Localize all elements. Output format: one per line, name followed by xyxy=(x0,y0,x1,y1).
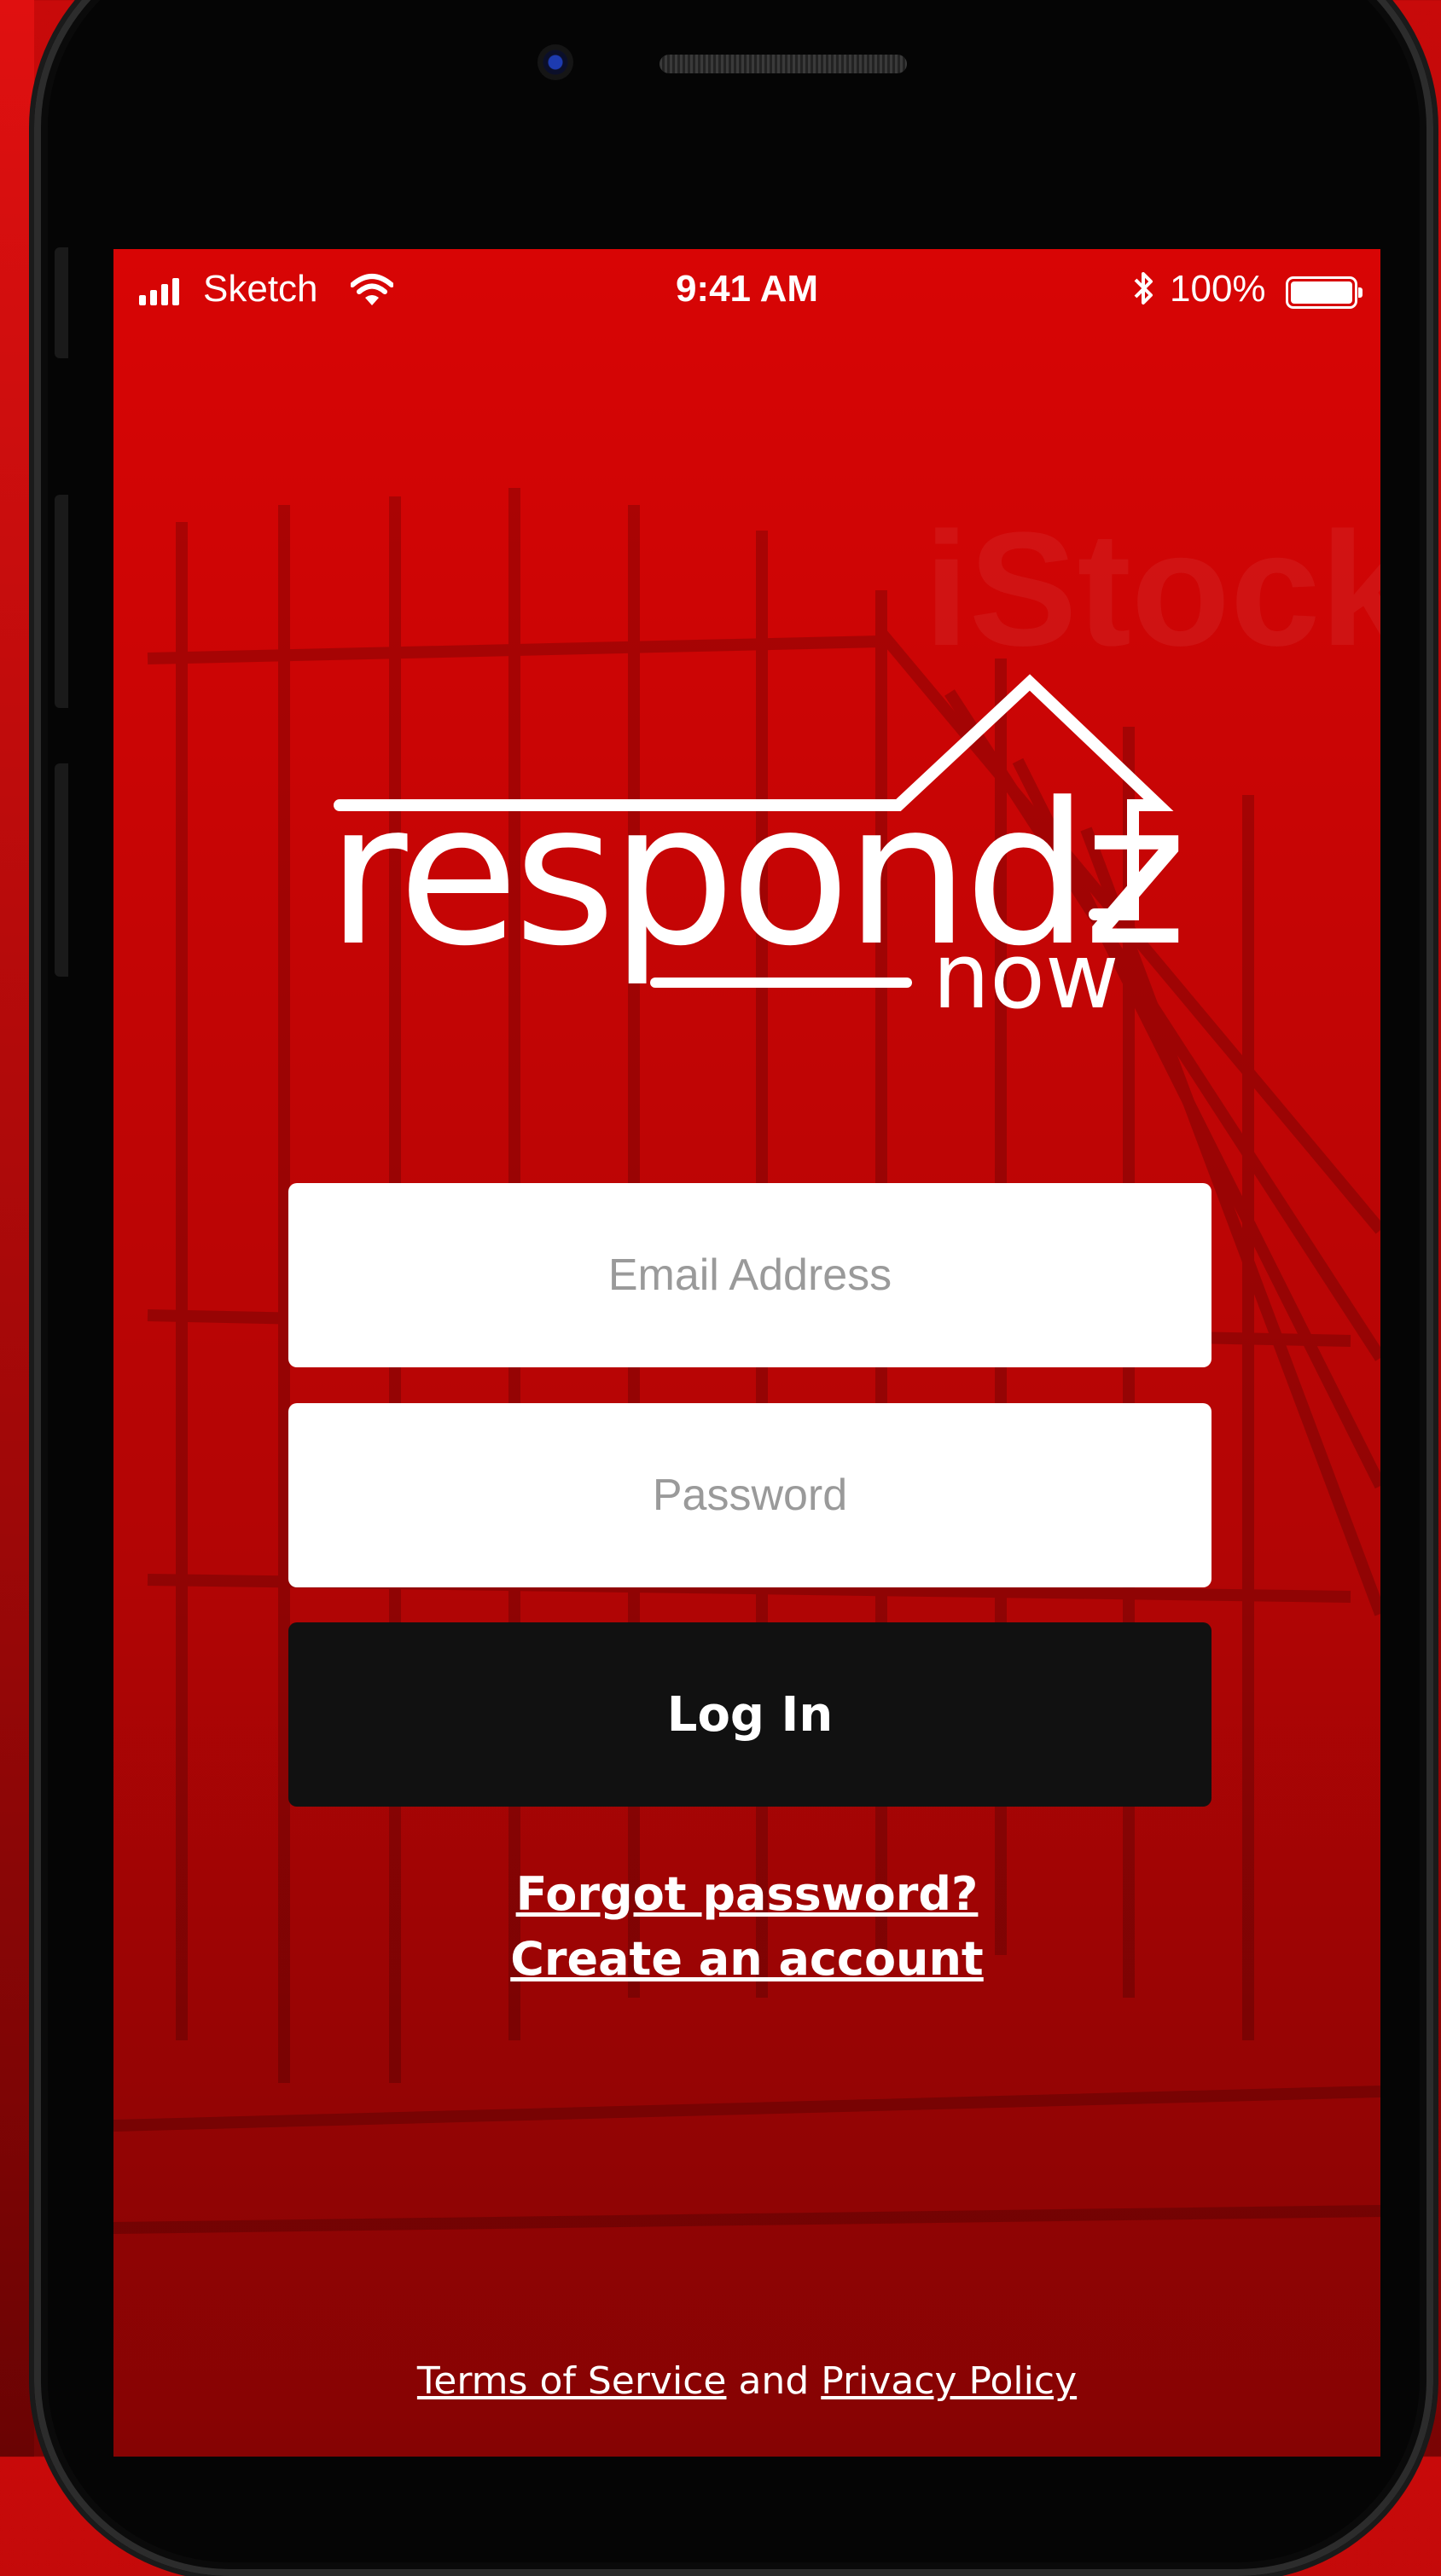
background-edge xyxy=(0,0,34,2457)
forgot-password-link[interactable]: Forgot password? xyxy=(113,1867,1380,1921)
app-screen: iStock Sketch 9:41 AM 100% respondz now … xyxy=(113,249,1380,2457)
logo-subword: now xyxy=(933,924,1119,1029)
front-camera xyxy=(537,44,573,80)
volume-down-button xyxy=(55,763,68,977)
privacy-policy-link[interactable]: Privacy Policy xyxy=(821,2359,1077,2403)
volume-up-button xyxy=(55,495,68,708)
legal-footer: Terms of Service and Privacy Policy xyxy=(113,2359,1380,2403)
legal-conjunction: and xyxy=(738,2359,810,2403)
login-button[interactable]: Log In xyxy=(288,1622,1211,1807)
terms-of-service-link[interactable]: Terms of Service xyxy=(417,2359,727,2403)
password-field[interactable] xyxy=(288,1403,1211,1587)
mute-switch xyxy=(55,247,68,358)
create-account-link[interactable]: Create an account xyxy=(113,1932,1380,1986)
email-field[interactable] xyxy=(288,1183,1211,1367)
earpiece-speaker xyxy=(659,55,907,73)
